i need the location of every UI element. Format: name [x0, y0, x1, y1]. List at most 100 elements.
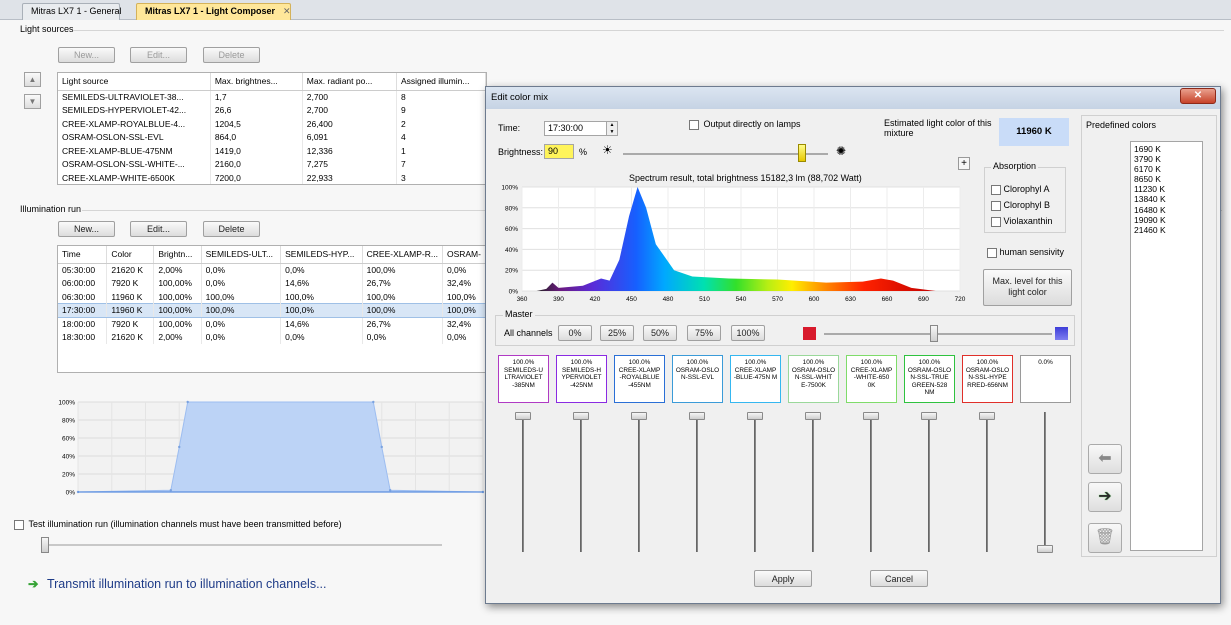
channel-slider-thumb[interactable]	[689, 412, 705, 420]
channel-slider-thumb[interactable]	[747, 412, 763, 420]
master-100-button[interactable]: 100%	[731, 325, 765, 341]
delete-button[interactable]: 🗑	[1088, 523, 1122, 553]
list-item[interactable]: 6170 K	[1134, 164, 1199, 174]
time-spinner[interactable]: ▲ ▼	[606, 121, 618, 136]
predefined-colors-list[interactable]: 1690 K 3790 K 6170 K 8650 K 11230 K 13840 K 16…	[1130, 141, 1203, 551]
channel-slider-track[interactable]	[812, 412, 814, 552]
transmit-link[interactable]: ➔ Transmit illumination run to illuminat…	[28, 576, 327, 591]
channel-slider-thumb[interactable]	[921, 412, 937, 420]
master-75-button[interactable]: 75%	[687, 325, 721, 341]
illumination-delete-button[interactable]: Delete	[203, 221, 260, 237]
channel-slider-thumb[interactable]	[863, 412, 879, 420]
table-row[interactable]: OSRAM-OSLON-SSL-EVL 864,0 6,091 4	[58, 130, 486, 144]
channel-slider-track[interactable]	[522, 412, 524, 552]
table-row[interactable]: 05:30:00 21620 K 2,00% 0,0% 0,0% 100,0% 0,0%	[58, 263, 486, 277]
max-level-button[interactable]: Max. level for this light color	[983, 269, 1072, 306]
test-run-slider-thumb[interactable]	[41, 537, 49, 553]
light-source-delete-button[interactable]: Delete	[203, 47, 260, 63]
master-0-button[interactable]: 0%	[558, 325, 592, 341]
move-up-button[interactable]: ▲	[24, 72, 41, 87]
light-sources-table[interactable]: Light source Max. brightnes... Max. radian…	[57, 72, 487, 185]
channel-box[interactable]: 100.0% OSRAM-OSLO N-SSL-EVL	[672, 355, 723, 403]
channel-box[interactable]: 100.0% SEMILEDS-H YPERVIOLET -425NM	[556, 355, 607, 403]
time-label: Time:	[498, 123, 521, 133]
list-item[interactable]: 1690 K	[1134, 144, 1199, 154]
test-run-slider-track[interactable]	[46, 544, 442, 546]
master-25-button[interactable]: 25%	[600, 325, 634, 341]
list-item[interactable]: 21460 K	[1134, 225, 1199, 235]
master-color-slider-track[interactable]	[824, 333, 1052, 335]
clorophyl-a-label: Clorophyl A	[1003, 184, 1050, 194]
violaxanthin-checkbox[interactable]	[991, 216, 1001, 227]
apply-button[interactable]: Apply	[754, 570, 812, 587]
master-color-slider-thumb[interactable]	[930, 325, 938, 342]
channel-box[interactable]: 100.0% SEMILEDS-U LTRAVIOLET -385NM	[498, 355, 549, 403]
dialog-close-button[interactable]: ✕	[1180, 88, 1216, 104]
table-cell: 4	[396, 130, 486, 144]
channel-box[interactable]: 100.0% CREE-XLAMP -BLUE-475N M	[730, 355, 781, 403]
arrow-left-button[interactable]: ⬅	[1088, 444, 1122, 474]
close-tab-icon[interactable]: ✕	[283, 6, 291, 16]
light-source-new-button[interactable]: New...	[58, 47, 115, 63]
table-row[interactable]: 06:00:00 7920 K 100,00% 0,0% 14,6% 26,7% 32,4%	[58, 276, 486, 290]
table-row[interactable]: 17:30:00 11960 K 100,00% 100,0% 100,0% 100,0%…	[58, 303, 486, 318]
expand-button[interactable]: +	[958, 157, 970, 170]
table-row[interactable]: OSRAM-OSLON-SSL-WHITE-... 2160,0 7,275 7	[58, 157, 486, 171]
channel-slider-track[interactable]	[1044, 412, 1046, 552]
channel-box[interactable]: 100.0% OSRAM-OSLO N-SSL-TRUE GREEN-528 NM	[904, 355, 955, 403]
table-row[interactable]: CREE-XLAMP-ROYALBLUE-4... 1204,5 26,400 2	[58, 117, 486, 131]
list-item[interactable]: 16480 K	[1134, 205, 1199, 215]
table-row[interactable]: 18:00:00 7920 K 100,00% 0,0% 14,6% 26,7% 32,4%	[58, 317, 486, 331]
table-cell: 26,7%	[362, 317, 443, 331]
channel-slider-track[interactable]	[928, 412, 930, 552]
channel-slider-track[interactable]	[696, 412, 698, 552]
list-item[interactable]: 13840 K	[1134, 194, 1199, 204]
move-down-button[interactable]: ▼	[24, 94, 41, 109]
brightness-slider-thumb[interactable]	[798, 144, 806, 162]
table-row[interactable]: SEMILEDS-HYPERVIOLET-42... 26,6 2,700 9	[58, 103, 486, 117]
table-row[interactable]: CREE-XLAMP-BLUE-475NM 1419,0 12,336 1	[58, 144, 486, 158]
channel-slider-thumb[interactable]	[1037, 545, 1053, 553]
table-row[interactable]: 06:30:00 11960 K 100,00% 100,0% 100,0% 100,0%…	[58, 290, 486, 304]
tab-light-composer[interactable]: Mitras LX7 1 - Light Composer ✕	[136, 3, 291, 20]
list-item[interactable]: 19090 K	[1134, 215, 1199, 225]
table-cell: 100,0%	[280, 303, 363, 318]
channel-slider-thumb[interactable]	[805, 412, 821, 420]
channel-slider-track[interactable]	[580, 412, 582, 552]
clorophyl-b-checkbox[interactable]	[991, 200, 1001, 211]
channel-box[interactable]: 0.0%	[1020, 355, 1071, 403]
light-source-edit-button[interactable]: Edit...	[130, 47, 187, 63]
list-item[interactable]: 11230 K	[1134, 184, 1199, 194]
human-sensivity-checkbox[interactable]	[987, 247, 997, 258]
column-header: Light source	[58, 73, 211, 91]
channel-box[interactable]: 100.0% OSRAM-OSLO N-SSL-WHIT E-7500K	[788, 355, 839, 403]
channel-slider-thumb[interactable]	[573, 412, 589, 420]
illumination-new-button[interactable]: New...	[58, 221, 115, 237]
channel-slider-track[interactable]	[754, 412, 756, 552]
channel-slider-thumb[interactable]	[515, 412, 531, 420]
table-row[interactable]: SEMILEDS-ULTRAVIOLET-38... 1,7 2,700 8	[58, 90, 486, 104]
cancel-button[interactable]: Cancel	[870, 570, 928, 587]
clorophyl-a-checkbox[interactable]	[991, 184, 1001, 195]
illumination-run-table[interactable]: Time Color Brightn... SEMILEDS-ULT... SEMILE…	[57, 245, 487, 373]
table-row[interactable]: 18:30:00 21620 K 2,00% 0,0% 0,0% 0,0% 0,0%	[58, 330, 486, 344]
channel-slider-thumb[interactable]	[979, 412, 995, 420]
test-run-checkbox[interactable]	[14, 519, 24, 530]
channel-box[interactable]: 100.0% OSRAM-OSLO N-SSL-HYPE RRED-656NM	[962, 355, 1013, 403]
table-row[interactable]: CREE-XLAMP-WHITE-6500K 7200,0 22,933 3	[58, 171, 486, 184]
master-50-button[interactable]: 50%	[643, 325, 677, 341]
channel-slider-track[interactable]	[638, 412, 640, 552]
channel-slider-thumb[interactable]	[631, 412, 647, 420]
channel-box[interactable]: 100.0% CREE-XLAMP -ROYALBLUE -455NM	[614, 355, 665, 403]
time-input[interactable]: 17:30:00	[544, 121, 608, 136]
channel-slider-track[interactable]	[870, 412, 872, 552]
channel-box[interactable]: 100.0% CREE-XLAMP -WHITE-650 0K	[846, 355, 897, 403]
channel-slider-track[interactable]	[986, 412, 988, 552]
tab-general[interactable]: Mitras LX7 1 - General	[22, 3, 122, 20]
illumination-edit-button[interactable]: Edit...	[130, 221, 187, 237]
list-item[interactable]: 3790 K	[1134, 154, 1199, 164]
list-item[interactable]: 8650 K	[1134, 174, 1199, 184]
brightness-input[interactable]: 90	[544, 144, 574, 159]
arrow-right-button[interactable]: ➔	[1088, 482, 1122, 512]
output-direct-checkbox[interactable]	[689, 119, 699, 130]
